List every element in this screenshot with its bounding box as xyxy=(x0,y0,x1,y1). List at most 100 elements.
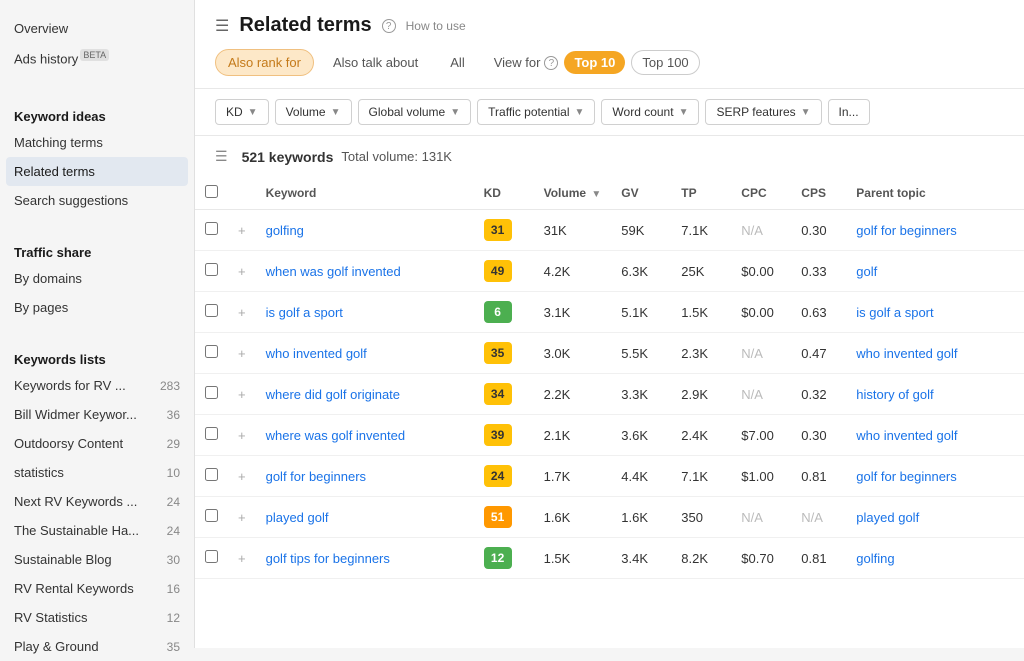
sidebar-item-kw-next-rv[interactable]: Next RV Keywords ... 24 xyxy=(0,487,194,516)
row-kd: 49 xyxy=(474,251,534,292)
row-cps: 0.47 xyxy=(791,333,846,374)
row-add-button[interactable]: + xyxy=(228,415,256,456)
keyword-link[interactable]: is golf a sport xyxy=(266,305,343,320)
hamburger-icon[interactable]: ☰ xyxy=(215,16,229,36)
parent-topic-link[interactable]: golf xyxy=(856,264,877,279)
row-checkbox[interactable] xyxy=(205,427,218,440)
row-checkbox-cell xyxy=(195,538,228,579)
view-for-help-icon[interactable]: ? xyxy=(544,56,558,70)
filter-volume[interactable]: Volume ▼ xyxy=(275,99,352,125)
tab-all[interactable]: All xyxy=(437,49,477,76)
row-add-button[interactable]: + xyxy=(228,497,256,538)
header: ☰ Related terms ? How to use Also rank f… xyxy=(195,0,1024,89)
row-parent-topic: golfing xyxy=(846,538,1024,579)
row-checkbox[interactable] xyxy=(205,468,218,481)
row-checkbox[interactable] xyxy=(205,550,218,563)
sort-arrow-icon: ▼ xyxy=(591,189,601,200)
row-cpc: $0.00 xyxy=(731,251,791,292)
col-header-cpc: CPC xyxy=(731,177,791,210)
sidebar-item-matching-terms[interactable]: Matching terms xyxy=(0,128,194,157)
sidebar-item-kw-rv[interactable]: Keywords for RV ... 283 xyxy=(0,371,194,400)
parent-topic-link[interactable]: is golf a sport xyxy=(856,305,933,320)
tab-also-talk-about[interactable]: Also talk about xyxy=(320,49,431,76)
row-keyword: when was golf invented xyxy=(256,251,474,292)
sort-icon[interactable]: ☰ xyxy=(215,148,228,165)
keyword-link[interactable]: where was golf invented xyxy=(266,428,405,443)
row-gv: 4.4K xyxy=(611,456,671,497)
row-add-button[interactable]: + xyxy=(228,456,256,497)
row-add-button[interactable]: + xyxy=(228,538,256,579)
help-icon[interactable]: ? xyxy=(382,19,396,33)
sidebar-item-kw-play-ground[interactable]: Play & Ground 35 xyxy=(0,632,194,661)
sidebar-item-kw-rv-statistics[interactable]: RV Statistics 12 xyxy=(0,603,194,632)
filter-kd[interactable]: KD ▼ xyxy=(215,99,269,125)
row-checkbox[interactable] xyxy=(205,304,218,317)
row-cpc: $7.00 xyxy=(731,415,791,456)
sidebar-item-ads-history[interactable]: Ads historyBETA xyxy=(0,43,194,73)
keyword-link[interactable]: where did golf originate xyxy=(266,387,400,402)
filter-traffic-potential[interactable]: Traffic potential ▼ xyxy=(477,99,595,125)
sidebar-item-kw-statistics[interactable]: statistics 10 xyxy=(0,458,194,487)
col-header-volume[interactable]: Volume ▼ xyxy=(534,177,612,210)
row-gv: 6.3K xyxy=(611,251,671,292)
row-checkbox-cell xyxy=(195,210,228,251)
row-checkbox[interactable] xyxy=(205,345,218,358)
cpc-na: N/A xyxy=(741,223,763,238)
keyword-link[interactable]: golf tips for beginners xyxy=(266,551,390,566)
parent-topic-link[interactable]: golf for beginners xyxy=(856,223,956,238)
parent-topic-link[interactable]: history of golf xyxy=(856,387,933,402)
filter-in[interactable]: In... xyxy=(828,99,870,125)
keyword-link[interactable]: when was golf invented xyxy=(266,264,401,279)
row-checkbox[interactable] xyxy=(205,509,218,522)
parent-topic-link[interactable]: played golf xyxy=(856,510,919,525)
sidebar-item-by-domains[interactable]: By domains xyxy=(0,264,194,293)
parent-topic-link[interactable]: who invented golf xyxy=(856,346,957,361)
sidebar-item-overview[interactable]: Overview xyxy=(0,14,194,43)
sidebar-section-keyword-ideas: Keyword ideas xyxy=(0,95,194,128)
row-checkbox[interactable] xyxy=(205,263,218,276)
row-volume: 31K xyxy=(534,210,612,251)
row-tp: 7.1K xyxy=(671,456,731,497)
row-add-button[interactable]: + xyxy=(228,333,256,374)
tab-top-100[interactable]: Top 100 xyxy=(631,50,699,75)
keyword-link[interactable]: golfing xyxy=(266,223,304,238)
sidebar-item-kw-bill[interactable]: Bill Widmer Keywor... 36 xyxy=(0,400,194,429)
row-checkbox[interactable] xyxy=(205,222,218,235)
row-volume: 2.2K xyxy=(534,374,612,415)
parent-topic-link[interactable]: golfing xyxy=(856,551,894,566)
cps-value: 0.47 xyxy=(801,346,826,361)
sidebar-item-by-pages[interactable]: By pages xyxy=(0,293,194,322)
tab-top-10[interactable]: Top 10 xyxy=(564,51,625,74)
chevron-down-icon: ▼ xyxy=(248,107,258,118)
filter-tabs: Also rank for Also talk about All View f… xyxy=(215,49,1004,88)
tab-also-rank-for[interactable]: Also rank for xyxy=(215,49,314,76)
filter-serp-features[interactable]: SERP features ▼ xyxy=(705,99,821,125)
filter-word-count[interactable]: Word count ▼ xyxy=(601,99,699,125)
filter-global-volume[interactable]: Global volume ▼ xyxy=(358,99,472,125)
cps-value: 0.81 xyxy=(801,469,826,484)
row-add-button[interactable]: + xyxy=(228,210,256,251)
parent-topic-link[interactable]: who invented golf xyxy=(856,428,957,443)
sidebar-item-kw-sustainable-blog[interactable]: Sustainable Blog 30 xyxy=(0,545,194,574)
row-cpc: $0.00 xyxy=(731,292,791,333)
row-keyword: where did golf originate xyxy=(256,374,474,415)
select-all-checkbox[interactable] xyxy=(205,185,218,198)
row-add-button[interactable]: + xyxy=(228,292,256,333)
parent-topic-link[interactable]: golf for beginners xyxy=(856,469,956,484)
sidebar-item-kw-sustainable-ha[interactable]: The Sustainable Ha... 24 xyxy=(0,516,194,545)
sidebar-item-search-suggestions[interactable]: Search suggestions xyxy=(0,186,194,215)
row-parent-topic: who invented golf xyxy=(846,333,1024,374)
row-cpc: $1.00 xyxy=(731,456,791,497)
sidebar-item-kw-outdoorsy[interactable]: Outdoorsy Content 29 xyxy=(0,429,194,458)
view-for-group: View for ? Top 10 Top 100 xyxy=(494,50,700,75)
row-checkbox[interactable] xyxy=(205,386,218,399)
keyword-link[interactable]: golf for beginners xyxy=(266,469,366,484)
row-add-button[interactable]: + xyxy=(228,374,256,415)
keyword-link[interactable]: who invented golf xyxy=(266,346,367,361)
table-row: + who invented golf 35 3.0K 5.5K 2.3K N/… xyxy=(195,333,1024,374)
sidebar-item-related-terms[interactable]: Related terms xyxy=(6,157,188,186)
how-to-use-link[interactable]: How to use xyxy=(406,19,466,33)
keyword-link[interactable]: played golf xyxy=(266,510,329,525)
sidebar-item-kw-rv-rental[interactable]: RV Rental Keywords 16 xyxy=(0,574,194,603)
row-add-button[interactable]: + xyxy=(228,251,256,292)
